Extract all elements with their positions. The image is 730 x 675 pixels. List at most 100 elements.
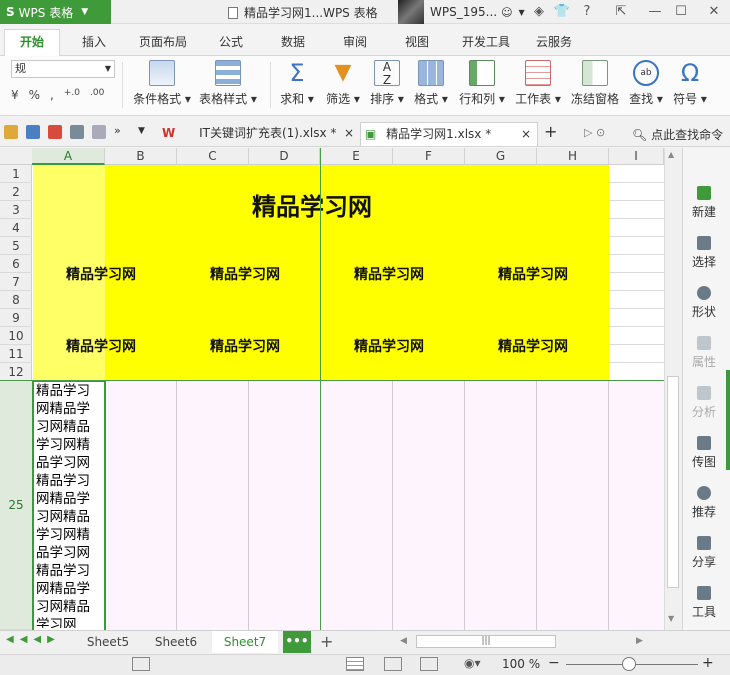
sheet-nav-arrows[interactable]: ◀◀◀▶	[6, 634, 61, 645]
row-header-9[interactable]: 9	[0, 309, 32, 327]
merged-cell-c10[interactable]: 精品学习网	[210, 336, 280, 356]
row-header-8[interactable]: 8	[0, 291, 32, 309]
page-icon[interactable]	[132, 657, 150, 671]
col-header-c[interactable]: C	[177, 148, 249, 165]
scroll-right-icon[interactable]: ▶	[636, 636, 643, 646]
eye-protect-icon[interactable]: ◉▾	[464, 656, 481, 670]
row-header-2[interactable]: 2	[0, 183, 32, 201]
pdf-icon[interactable]	[48, 125, 62, 139]
decrease-decimal-icon[interactable]: .00	[90, 88, 104, 102]
sheet-tab-6[interactable]: Sheet6	[144, 631, 208, 653]
row-header-1[interactable]: 1	[0, 165, 32, 183]
close-icon[interactable]: ×	[521, 123, 531, 145]
normal-view-icon[interactable]	[346, 657, 364, 671]
row-header-12[interactable]: 12	[0, 363, 32, 381]
symbol-button[interactable]: Ω 符号 ▾	[670, 60, 710, 112]
open-folder-icon[interactable]	[4, 125, 18, 139]
scroll-up-icon[interactable]: ▲	[668, 150, 674, 159]
col-header-d[interactable]: D	[249, 148, 320, 165]
preview-icon[interactable]	[92, 125, 106, 139]
minimize-icon[interactable]: —	[646, 3, 664, 21]
col-header-i[interactable]: I	[609, 148, 664, 165]
help-icon[interactable]: ?	[578, 3, 596, 21]
sheet-title-cell[interactable]: 精品学习网	[252, 187, 372, 222]
col-header-e[interactable]: E	[320, 148, 393, 165]
table-style-button[interactable]: 表格样式 ▾	[198, 60, 258, 112]
tab-formula[interactable]: 公式	[210, 30, 252, 54]
zoom-out-icon[interactable]: −	[548, 655, 560, 671]
tab-nav-icon[interactable]: ▷ ⊙	[584, 126, 605, 139]
sort-button[interactable]: AZ 排序 ▾	[368, 60, 406, 112]
maximize-icon[interactable]: ☐	[672, 3, 690, 21]
shirt-icon[interactable]: 👕	[553, 3, 571, 21]
col-header-g[interactable]: G	[465, 148, 537, 165]
row-header-10[interactable]: 10	[0, 327, 32, 345]
close-icon[interactable]: ✕	[705, 3, 723, 21]
restore-icon[interactable]: ⇱	[612, 3, 630, 21]
app-menu-button[interactable]: S WPS 表格 ▼	[0, 0, 111, 24]
conditional-format-button[interactable]: 条件格式 ▾	[130, 60, 194, 112]
print-icon[interactable]	[70, 125, 84, 139]
more-icon[interactable]: »	[114, 124, 121, 137]
command-search[interactable]: 🔍︎ 点此查找命令	[632, 126, 723, 143]
row-header-6[interactable]: 6	[0, 255, 32, 273]
sheet-tab-5[interactable]: Sheet5	[76, 631, 140, 653]
percent-button[interactable]: %	[29, 88, 40, 102]
tab-insert[interactable]: 插入	[72, 30, 116, 54]
increase-decimal-icon[interactable]: +.0	[64, 88, 80, 102]
currency-icon[interactable]: ¥	[11, 88, 19, 102]
tab-data[interactable]: 数据	[272, 30, 314, 54]
column-i-cells[interactable]	[609, 165, 664, 380]
user-account[interactable]: WPS_195... ☺ ▼	[398, 0, 525, 24]
scroll-thumb[interactable]	[667, 376, 679, 588]
chevron-down-icon[interactable]: ▼	[519, 8, 525, 17]
tab-cloud[interactable]: 云服务	[532, 30, 576, 54]
filter-button[interactable]: ▼ 筛选 ▾	[324, 60, 362, 112]
col-header-f[interactable]: F	[393, 148, 465, 165]
doc-tab-active[interactable]: ▣ 精品学习网1.xlsx * ×	[360, 122, 538, 146]
font-select[interactable]: 规 ▼	[11, 60, 115, 78]
row-header-3[interactable]: 3	[0, 201, 32, 219]
format-button[interactable]: 格式 ▾	[412, 60, 450, 112]
close-icon[interactable]: ×	[344, 122, 354, 144]
task-analysis[interactable]: 分析	[682, 386, 726, 420]
merged-cell-g10[interactable]: 精品学习网	[498, 336, 568, 356]
tab-page-layout[interactable]: 页面布局	[134, 30, 192, 54]
merged-cell-e6[interactable]: 精品学习网	[354, 264, 424, 284]
scroll-down-icon[interactable]: ▼	[668, 614, 674, 623]
sheet-tab-7[interactable]: Sheet7	[212, 631, 278, 653]
merged-cell-e10[interactable]: 精品学习网	[354, 336, 424, 356]
merged-cell-a6[interactable]: 精品学习网	[66, 264, 136, 284]
compass-icon[interactable]: ◈	[530, 3, 548, 21]
sum-button[interactable]: Σ 求和 ▾	[280, 60, 314, 112]
merged-cell-a10[interactable]: 精品学习网	[66, 336, 136, 356]
zoom-slider-knob[interactable]	[622, 657, 636, 671]
tab-developer[interactable]: 开发工具	[456, 30, 516, 54]
pane-collapse-handle[interactable]	[726, 370, 730, 470]
row-header-11[interactable]: 11	[0, 345, 32, 363]
tab-home[interactable]: 开始	[4, 29, 60, 56]
tab-view[interactable]: 视图	[396, 30, 438, 54]
task-properties[interactable]: 属性	[682, 336, 726, 370]
avatar[interactable]	[398, 0, 424, 24]
row-25-cells[interactable]	[33, 381, 664, 630]
zoom-in-icon[interactable]: +	[702, 655, 714, 671]
worksheet-button[interactable]: 工作表 ▾	[512, 60, 564, 112]
row-header-25[interactable]: 25	[0, 381, 32, 630]
more-sheets-button[interactable]: •••	[283, 631, 311, 653]
add-sheet-button[interactable]: +	[320, 632, 333, 651]
scroll-left-icon[interactable]: ◀	[400, 636, 407, 646]
row-header-5[interactable]: 5	[0, 237, 32, 255]
doc-tab-it[interactable]: W IT关键词扩充表(1).xlsx * ×	[158, 122, 358, 146]
tab-review[interactable]: 审阅	[334, 30, 376, 54]
new-tab-icon[interactable]: +	[544, 122, 557, 141]
col-header-h[interactable]: H	[537, 148, 609, 165]
task-recommend[interactable]: 推荐	[682, 486, 726, 520]
task-upload-image[interactable]: 传图	[682, 436, 726, 470]
col-header-b[interactable]: B	[105, 148, 177, 165]
merged-cell-c6[interactable]: 精品学习网	[210, 264, 280, 284]
row-header-7[interactable]: 7	[0, 273, 32, 291]
find-button[interactable]: ab 查找 ▾	[626, 60, 666, 112]
thousands-button[interactable]: ,	[50, 88, 54, 102]
rows-cols-button[interactable]: 行和列 ▾	[456, 60, 508, 112]
